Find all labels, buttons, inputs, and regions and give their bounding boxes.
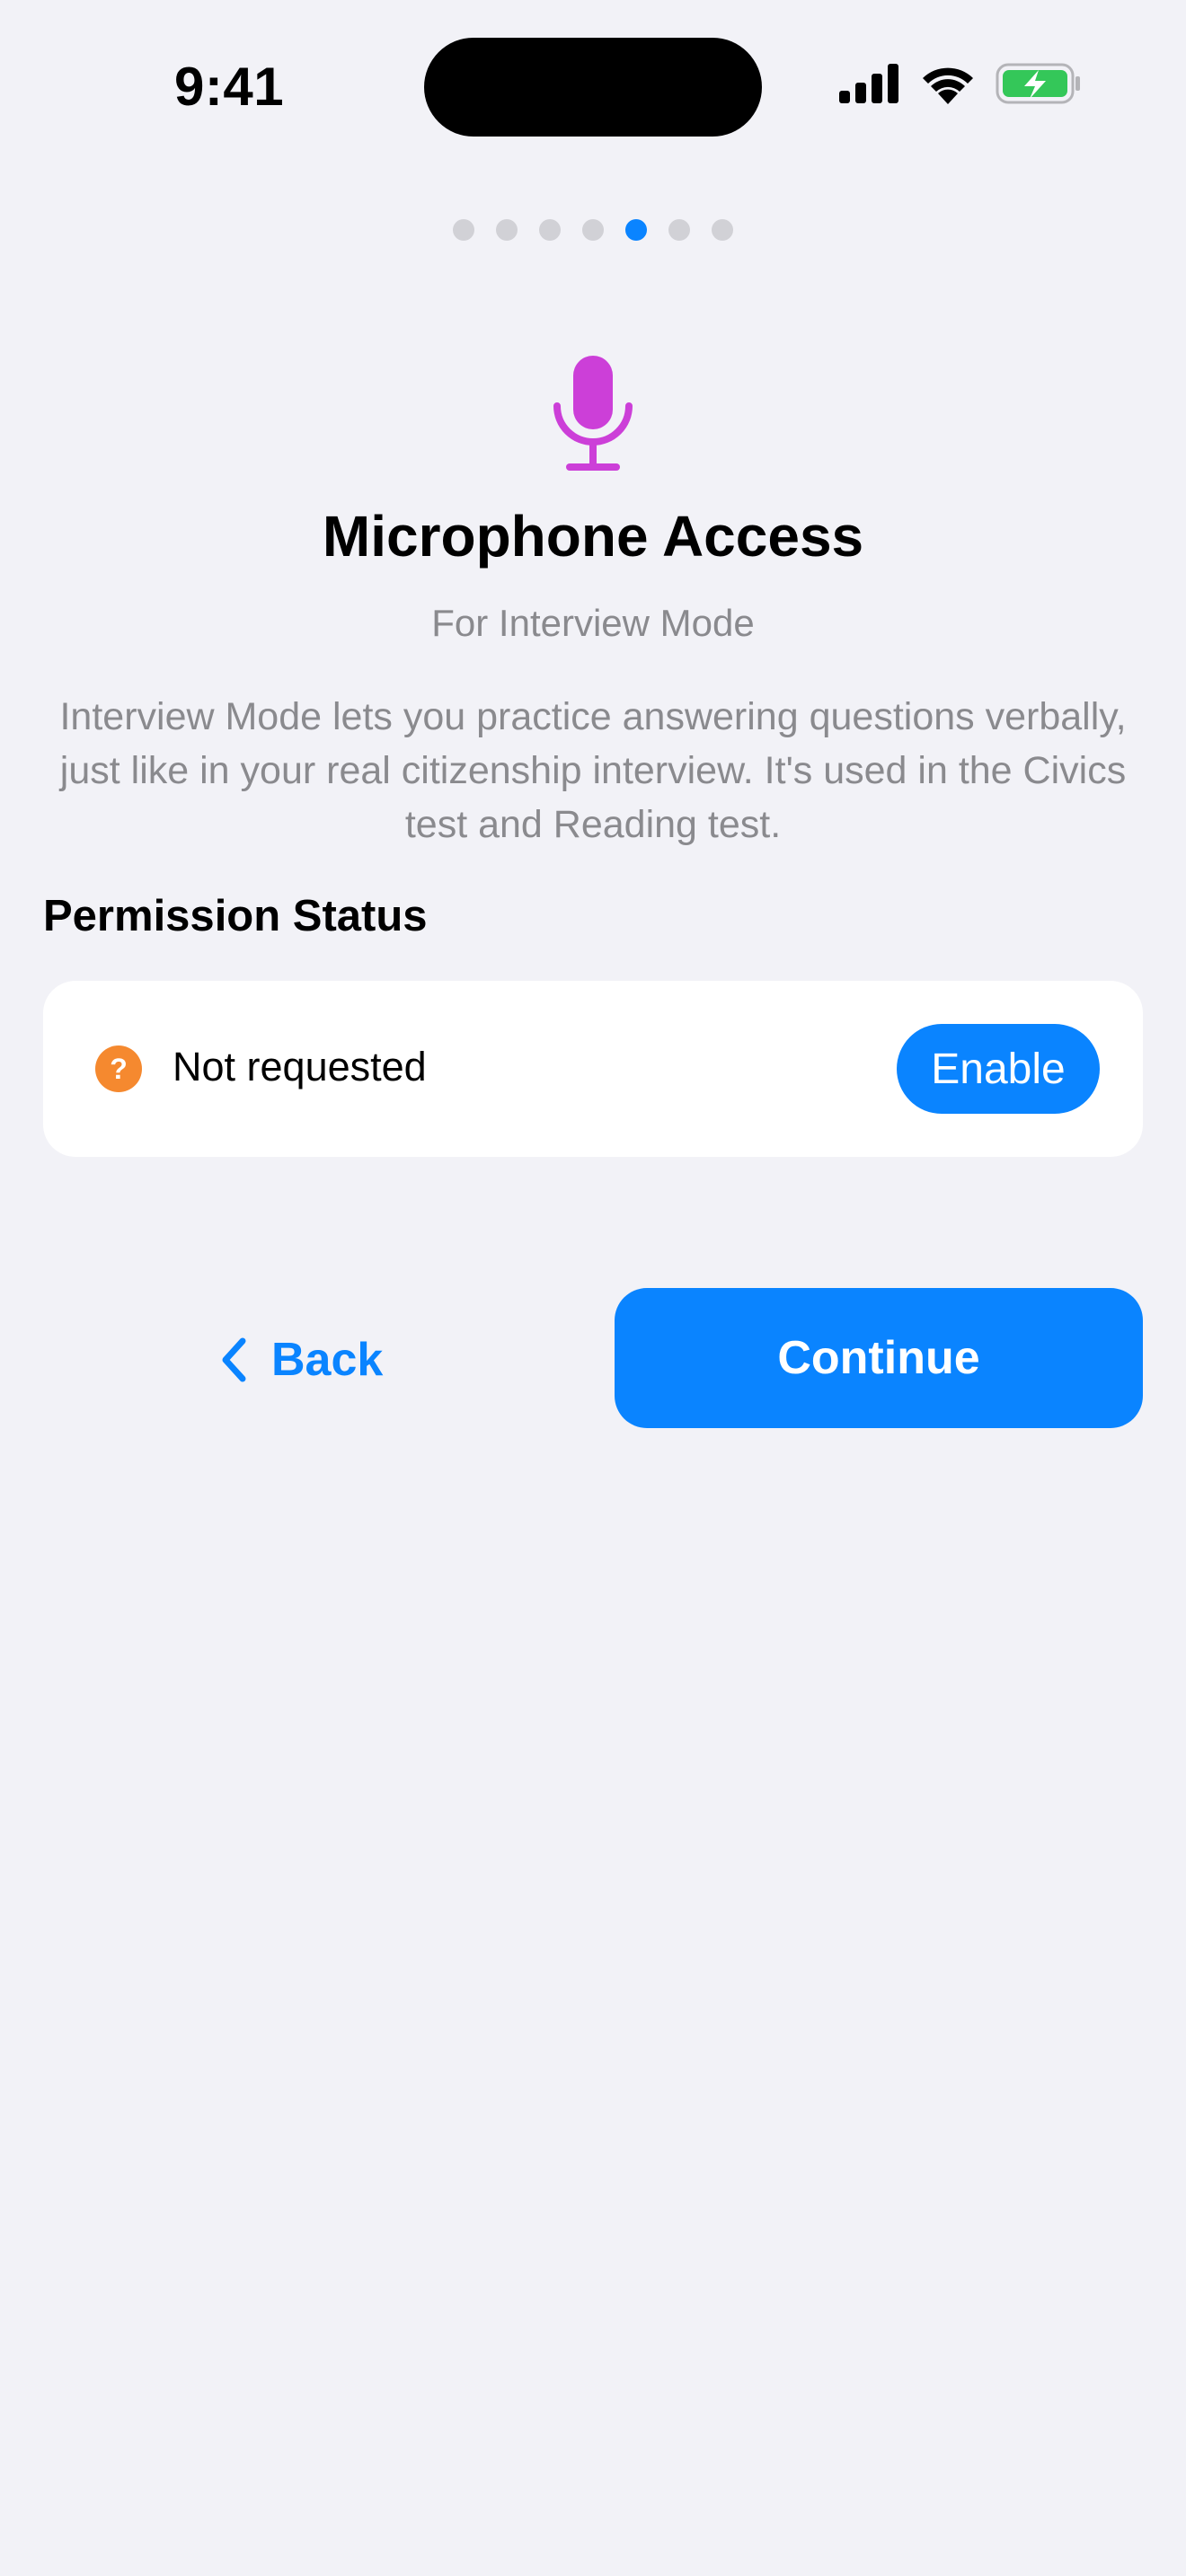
page-dot-6 [668,219,690,241]
cellular-signal-icon [839,64,898,103]
permission-status-card: ? Not requested Enable [43,981,1143,1157]
status-time: 9:41 [174,57,285,117]
page-description: Interview Mode lets you practice answeri… [59,695,1127,846]
enable-button[interactable]: Enable [897,1024,1100,1114]
chevron-left-icon [222,1337,246,1382]
page-dot-4 [582,219,604,241]
back-button-label: Back [271,1334,384,1386]
page-dot-3 [539,219,561,241]
dynamic-island [424,38,762,137]
question-mark-icon: ? [95,1045,142,1092]
status-icons [839,63,1082,104]
permission-status-text: Not requested [173,1044,427,1090]
back-button[interactable]: Back [221,1290,383,1430]
battery-charging-icon [996,63,1080,104]
permission-status-header: Permission Status [43,892,428,940]
page-indicator [0,219,1186,241]
page-dot-2 [496,219,518,241]
page-subtitle: For Interview Mode [431,602,755,644]
page-dot-1 [453,219,474,241]
continue-button[interactable]: Continue [615,1288,1143,1428]
microphone-icon [553,356,633,471]
page-title: Microphone Access [322,504,864,569]
page-dot-7 [712,219,733,241]
page-dot-5-active [625,219,647,241]
wifi-icon [923,67,973,104]
